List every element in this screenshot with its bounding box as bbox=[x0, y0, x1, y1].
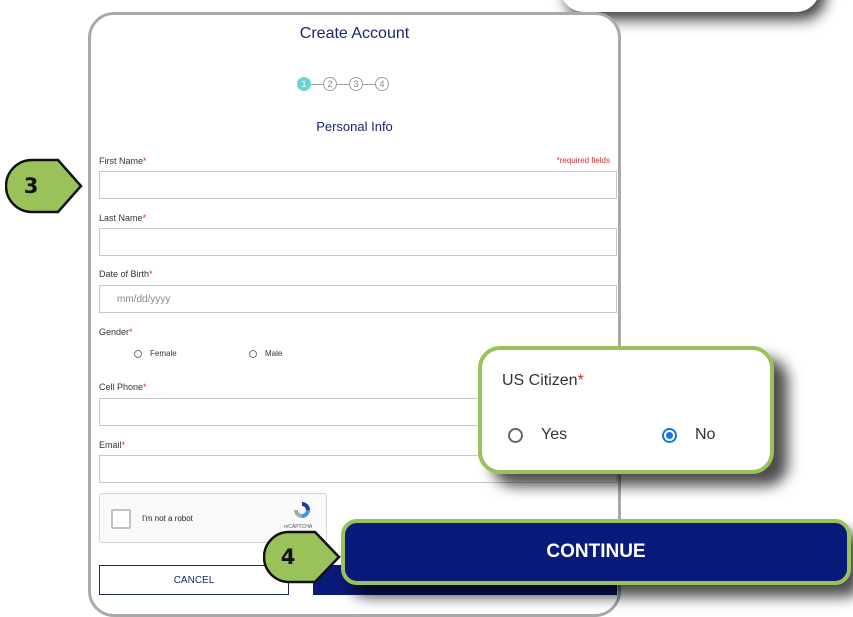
us-citizen-yes-radio[interactable]: Yes bbox=[508, 426, 567, 444]
recaptcha-logo-icon bbox=[294, 502, 310, 518]
gender-female-label: Female bbox=[150, 349, 177, 358]
gender-female-radio[interactable]: Female bbox=[134, 349, 177, 358]
step-3-indicator: 3 bbox=[349, 77, 363, 91]
recaptcha-checkbox[interactable] bbox=[111, 509, 131, 529]
last-name-input[interactable] bbox=[99, 228, 617, 256]
gender-male-radio[interactable]: Male bbox=[249, 349, 282, 358]
us-citizen-yes-label: Yes bbox=[541, 426, 568, 443]
continue-button[interactable]: CONTINUE bbox=[341, 519, 851, 585]
required-fields-note: *required fields bbox=[556, 156, 610, 165]
radio-selected-icon bbox=[662, 427, 677, 443]
top-callout-shadow bbox=[560, 0, 820, 12]
progress-stepper: 1 2 3 4 bbox=[297, 77, 389, 91]
first-name-input[interactable] bbox=[99, 171, 617, 199]
recaptcha-label: I'm not a robot bbox=[142, 514, 193, 523]
step-1-indicator: 1 bbox=[297, 77, 311, 91]
section-subtitle: Personal Info bbox=[316, 119, 393, 134]
step-4-callout-badge: 4 bbox=[262, 529, 343, 585]
last-name-label: Last Name* bbox=[99, 213, 147, 223]
us-citizen-no-radio[interactable]: No bbox=[662, 426, 715, 444]
gender-male-label: Male bbox=[265, 349, 283, 358]
step-4-indicator: 4 bbox=[375, 77, 389, 91]
radio-circle-icon bbox=[249, 349, 257, 358]
radio-circle-icon bbox=[134, 349, 142, 358]
dob-placeholder: mm/dd/yyyy bbox=[117, 294, 171, 305]
step-connector bbox=[311, 83, 323, 85]
dob-label: Date of Birth* bbox=[99, 269, 153, 279]
first-name-label: First Name* bbox=[99, 156, 147, 166]
step-2-indicator: 2 bbox=[323, 77, 337, 91]
email-label: Email* bbox=[99, 440, 126, 450]
step-3-callout-badge: 3 bbox=[4, 157, 85, 215]
step-connector bbox=[363, 83, 375, 85]
us-citizen-no-label: No bbox=[695, 426, 716, 443]
cancel-button[interactable]: CANCEL bbox=[99, 565, 289, 595]
page-title: Create Account bbox=[299, 25, 410, 42]
dob-input[interactable]: mm/dd/yyyy bbox=[99, 285, 617, 313]
step-connector bbox=[337, 83, 349, 85]
radio-circle-icon bbox=[508, 427, 523, 443]
step-3-number: 3 bbox=[23, 174, 39, 198]
us-citizen-label: US Citizen* bbox=[502, 372, 584, 389]
gender-label: Gender* bbox=[99, 327, 133, 337]
step-4-number: 4 bbox=[280, 545, 296, 569]
cell-phone-label: Cell Phone* bbox=[99, 382, 147, 392]
us-citizen-callout: US Citizen* Yes No bbox=[478, 346, 774, 474]
